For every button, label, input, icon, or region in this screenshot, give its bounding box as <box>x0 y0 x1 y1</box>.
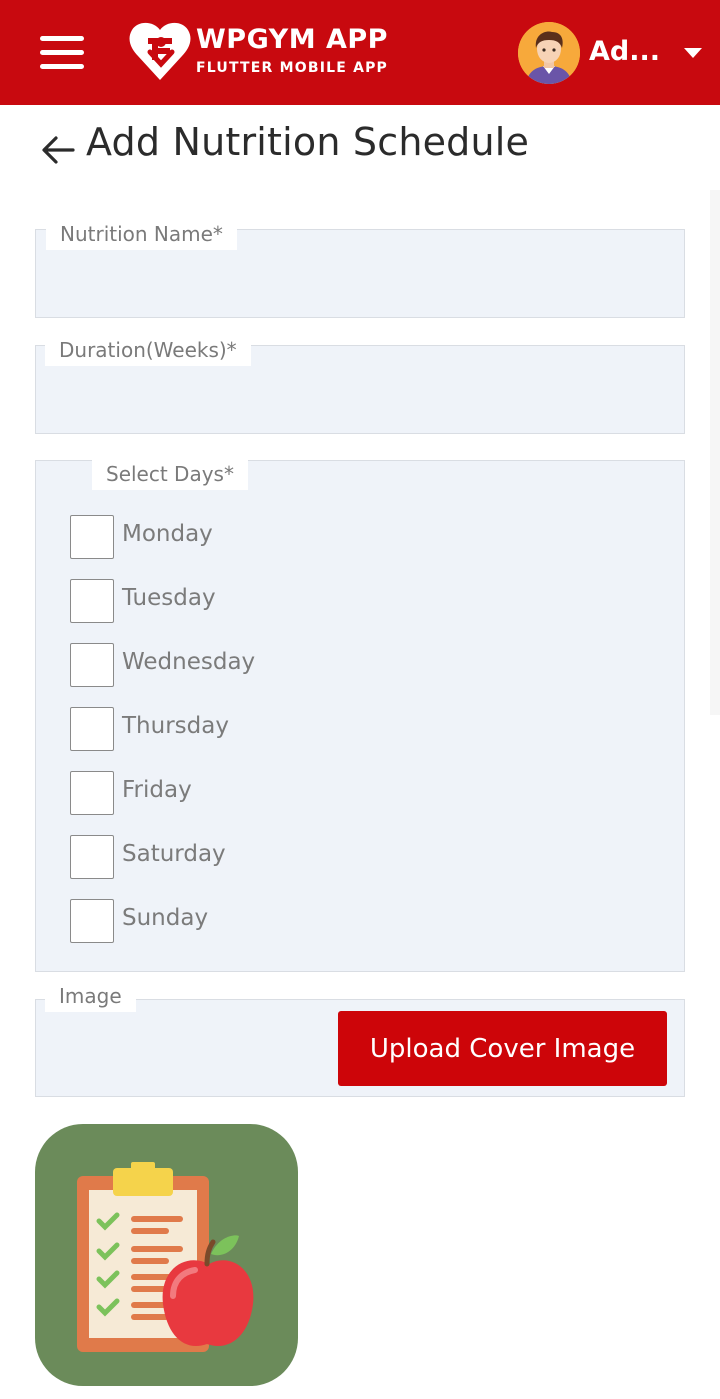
checkbox[interactable] <box>70 515 114 559</box>
checkbox[interactable] <box>70 835 114 879</box>
cover-image-preview <box>35 1124 298 1386</box>
brand-subtitle: FLUTTER MOBILE APP <box>196 60 389 76</box>
day-label: Thursday <box>122 713 229 739</box>
upload-cover-image-button[interactable]: Upload Cover Image <box>338 1011 667 1086</box>
day-label: Friday <box>122 777 192 803</box>
wpgym-logo <box>129 22 191 81</box>
clipboard-apple-icon <box>77 1162 254 1352</box>
checkbox[interactable] <box>70 771 114 815</box>
nutrition-name-input[interactable] <box>48 260 668 300</box>
user-name[interactable]: Ad... <box>589 36 660 67</box>
app-bar: WPGYM APP FLUTTER MOBILE APP Ad... <box>0 0 720 105</box>
select-days-label: Select Days* <box>92 458 248 490</box>
day-label: Saturday <box>122 841 226 867</box>
day-label: Sunday <box>122 905 209 931</box>
page-title: Add Nutrition Schedule <box>86 120 530 164</box>
brand-title: WPGYM APP <box>196 24 388 55</box>
duration-input[interactable] <box>48 376 668 416</box>
checkbox[interactable] <box>70 707 114 751</box>
checkbox[interactable] <box>70 579 114 623</box>
nutrition-name-label: Nutrition Name* <box>46 218 237 250</box>
checkbox[interactable] <box>70 899 114 943</box>
image-label: Image <box>45 980 136 1012</box>
chevron-down-icon[interactable] <box>684 48 702 58</box>
menu-icon[interactable] <box>40 34 84 70</box>
day-label: Wednesday <box>122 649 256 675</box>
checkbox[interactable] <box>70 643 114 687</box>
day-label: Monday <box>122 521 213 547</box>
day-label: Tuesday <box>122 585 216 611</box>
duration-label: Duration(Weeks)* <box>45 334 251 366</box>
user-avatar[interactable] <box>518 22 580 84</box>
scrollbar[interactable] <box>710 190 720 715</box>
arrow-left-icon[interactable] <box>40 132 76 168</box>
